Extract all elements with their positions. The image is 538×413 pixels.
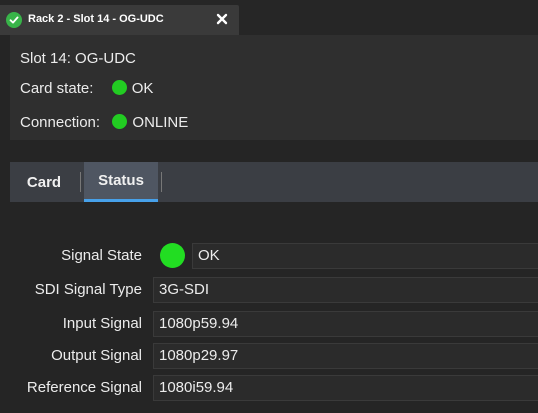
- output-signal-field[interactable]: 1080p29.97: [153, 343, 538, 369]
- input-signal-label: Input Signal: [62, 315, 142, 332]
- signal-state-label: Signal State: [61, 247, 142, 264]
- sub-tab-bar: Card Status: [10, 162, 538, 202]
- sdi-signal-type-field[interactable]: 3G-SDI: [153, 277, 538, 303]
- signal-state-led-icon: [160, 243, 185, 268]
- tab-card[interactable]: Card: [10, 162, 78, 202]
- connection-led-icon: [112, 114, 128, 129]
- close-icon[interactable]: [214, 11, 230, 27]
- card-state-row: Card state: OK: [20, 80, 153, 97]
- output-signal-label: Output Signal: [51, 347, 142, 364]
- signal-state-field[interactable]: OK: [192, 243, 538, 269]
- input-signal-field[interactable]: 1080p59.94: [153, 311, 538, 337]
- app-window: Rack 2 - Slot 14 - OG-UDC Slot 14: OG-UD…: [0, 0, 538, 413]
- reference-signal-field[interactable]: 1080i59.94: [153, 375, 538, 401]
- tab-status[interactable]: Status: [84, 162, 158, 202]
- slot-title: Slot 14: OG-UDC: [20, 50, 136, 67]
- reference-signal-label: Reference Signal: [26, 379, 142, 396]
- connection-label: Connection:: [20, 114, 101, 131]
- document-tab[interactable]: Rack 2 - Slot 14 - OG-UDC: [0, 5, 239, 35]
- card-state-value: OK: [131, 80, 154, 97]
- card-state-label: Card state:: [20, 80, 94, 97]
- document-tab-title: Rack 2 - Slot 14 - OG-UDC: [28, 13, 164, 25]
- connection-value: ONLINE: [132, 114, 189, 131]
- sdi-signal-type-label: SDI Signal Type: [34, 281, 142, 298]
- status-panel: Signal State OK SDI Signal Type 3G-SDI I…: [0, 202, 538, 413]
- tab-divider: [80, 172, 81, 192]
- tab-divider: [161, 172, 162, 192]
- check-circle-icon: [6, 12, 22, 28]
- status-led-icon: [111, 80, 127, 95]
- connection-row: Connection: ONLINE: [20, 114, 188, 131]
- document-tab-strip: Rack 2 - Slot 14 - OG-UDC: [0, 0, 538, 35]
- card-info-panel: Slot 14: OG-UDC Card state: OK Connectio…: [10, 35, 538, 140]
